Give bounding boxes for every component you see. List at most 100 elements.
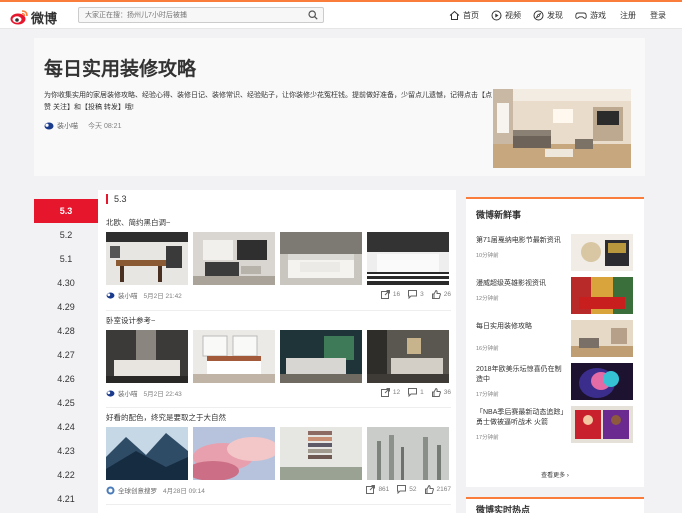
page-title: 每日实用装修攻略 (44, 59, 197, 80)
like-button[interactable]: 26 (431, 290, 451, 299)
hero-living-room-image[interactable] (493, 89, 631, 168)
search-box[interactable] (78, 7, 324, 23)
news-title[interactable]: 「NBA季后赛最新动态追踪」勇士做被逼听战术 火箭 (476, 408, 566, 428)
register-link[interactable]: 注册 (620, 10, 636, 21)
post-images (106, 232, 451, 285)
repost-icon (380, 388, 390, 397)
author-avatar-icon (44, 122, 54, 130)
post-title[interactable]: 好看的配色，终究是要取之于大自然 (106, 412, 451, 424)
post-image[interactable] (193, 427, 275, 480)
timeline-date[interactable]: 4.25 (34, 391, 98, 415)
nav-game[interactable]: 游戏 (575, 10, 606, 21)
news-thumbnail[interactable] (571, 363, 633, 400)
hero-meta: 装小喵 今天 08:21 (44, 121, 121, 131)
sidebar-news-item[interactable]: 2018年欧美乐坛惊喜仍在制造中 17分钟前 (476, 363, 636, 403)
post-title[interactable]: 卧室设计参考~ (106, 315, 451, 327)
timeline-date[interactable]: 4.23 (34, 439, 98, 463)
post-image[interactable] (106, 232, 188, 285)
author-avatar-icon (106, 291, 115, 299)
news-thumbnail[interactable] (571, 234, 633, 271)
timeline-date[interactable]: 4.21 (34, 487, 98, 511)
feed-post: 卧室设计参考~ 装小喵 5月2日 22:43 12 1 36 (106, 315, 451, 398)
post-image[interactable] (280, 330, 362, 383)
repost-count: 16 (392, 291, 401, 298)
like-button[interactable]: 36 (431, 388, 451, 397)
post-image[interactable] (193, 330, 275, 383)
comment-button[interactable]: 52 (397, 485, 417, 494)
post-image[interactable] (280, 427, 362, 480)
see-more-link[interactable]: 查看更多 › (466, 470, 644, 479)
post-stats: 16 3 26 (373, 290, 451, 299)
news-thumbnail[interactable] (571, 320, 633, 357)
weibo-logo[interactable]: 微博 (10, 8, 57, 27)
top-navigation-bar: 微博 首页 视频 发现 游戏 注册 登录 (0, 2, 682, 29)
repost-button[interactable]: 12 (380, 388, 400, 397)
post-image[interactable] (367, 427, 449, 480)
topic-hero-card: 每日实用装修攻略 为你收集实用的家居装修攻略、经验心得、装修日记、装修常识、经验… (34, 38, 645, 176)
news-thumbnail[interactable] (571, 277, 633, 314)
nav-discover-label: 发现 (547, 11, 563, 20)
timeline-date[interactable]: 4.22 (34, 463, 98, 487)
hot-topics-panel: 微博实时热点 (466, 497, 644, 513)
news-thumbnail[interactable] (571, 406, 633, 443)
post-author[interactable]: 装小喵 (118, 388, 138, 398)
post-title[interactable]: 北欧、简约黑白调~ (106, 217, 451, 229)
post-footer: 装小喵 5月2日 21:42 16 3 26 (106, 290, 451, 300)
post-image[interactable] (106, 330, 188, 383)
comment-button[interactable]: 1 (408, 388, 424, 397)
search-input[interactable] (79, 8, 299, 22)
comment-count: 3 (420, 291, 424, 298)
post-time: 5月2日 21:42 (143, 293, 182, 300)
comment-count: 52 (409, 486, 417, 493)
timeline-date[interactable]: 4.24 (34, 415, 98, 439)
post-image[interactable] (193, 232, 275, 285)
post-author[interactable]: 全球创意搜罗 (118, 485, 157, 495)
post-author[interactable]: 装小喵 (118, 290, 138, 300)
timeline-date[interactable]: 5.2 (34, 223, 98, 247)
nav-discover[interactable]: 发现 (533, 10, 563, 21)
news-time: 17分钟前 (476, 435, 499, 441)
post-stats: 861 52 2167 (358, 485, 451, 494)
nav-video[interactable]: 视频 (491, 10, 521, 21)
like-button[interactable]: 2167 (424, 485, 451, 494)
comment-button[interactable]: 3 (408, 290, 424, 299)
news-title[interactable]: 2018年欧美乐坛惊喜仍在制造中 (476, 365, 566, 385)
post-image[interactable] (106, 427, 188, 480)
hot-topics-title: 微博实时热点 (476, 505, 531, 513)
date-timeline: 5.3 5.2 5.1 4.30 4.29 4.28 4.27 4.26 4.2… (34, 199, 98, 511)
news-title[interactable]: 每日实用装修攻略 (476, 322, 566, 332)
sidebar-title: 微博新鲜事 (466, 197, 644, 231)
weibo-eye-icon (10, 10, 28, 25)
hero-author[interactable]: 装小喵 (57, 121, 78, 131)
timeline-date[interactable]: 4.29 (34, 295, 98, 319)
login-link[interactable]: 登录 (650, 10, 666, 21)
repost-count: 861 (378, 486, 390, 493)
timeline-date[interactable]: 4.26 (34, 367, 98, 391)
timeline-date[interactable]: 5.1 (34, 247, 98, 271)
feed-date: 5.3 (114, 194, 127, 204)
nav-home[interactable]: 首页 (449, 10, 479, 21)
timeline-date[interactable]: 4.27 (34, 343, 98, 367)
news-title[interactable]: 漫威超级英雄影视资讯 (476, 279, 566, 289)
author-avatar-icon (106, 389, 115, 397)
post-image[interactable] (367, 232, 449, 285)
sidebar-news-item[interactable]: 每日实用装修攻略 16分钟前 (476, 320, 636, 360)
repost-button[interactable]: 861 (366, 485, 389, 494)
timeline-date-active[interactable]: 5.3 (34, 199, 98, 223)
timeline-date[interactable]: 4.30 (34, 271, 98, 295)
comment-icon (408, 290, 418, 299)
sidebar-news-item[interactable]: 漫威超级英雄影视资讯 12分钟前 (476, 277, 636, 317)
sidebar-news-item[interactable]: 第71届戛纳电影节最新资讯 10分钟前 (476, 234, 636, 274)
like-count: 2167 (436, 486, 451, 493)
post-time: 5月2日 22:43 (143, 391, 182, 398)
news-title[interactable]: 第71届戛纳电影节最新资讯 (476, 236, 566, 246)
game-icon (575, 12, 587, 19)
search-icon[interactable] (308, 10, 318, 20)
sidebar-news-item[interactable]: 「NBA季后赛最新动态追踪」勇士做被逼听战术 火箭 17分钟前 (476, 406, 636, 446)
comment-count: 1 (420, 389, 424, 396)
repost-button[interactable]: 16 (380, 290, 401, 299)
post-image[interactable] (367, 330, 449, 383)
post-image[interactable] (280, 232, 362, 285)
feed-post: 北欧、简约黑白调~ 装小喵 5月2日 21:42 16 3 26 (106, 217, 451, 300)
timeline-date[interactable]: 4.28 (34, 319, 98, 343)
